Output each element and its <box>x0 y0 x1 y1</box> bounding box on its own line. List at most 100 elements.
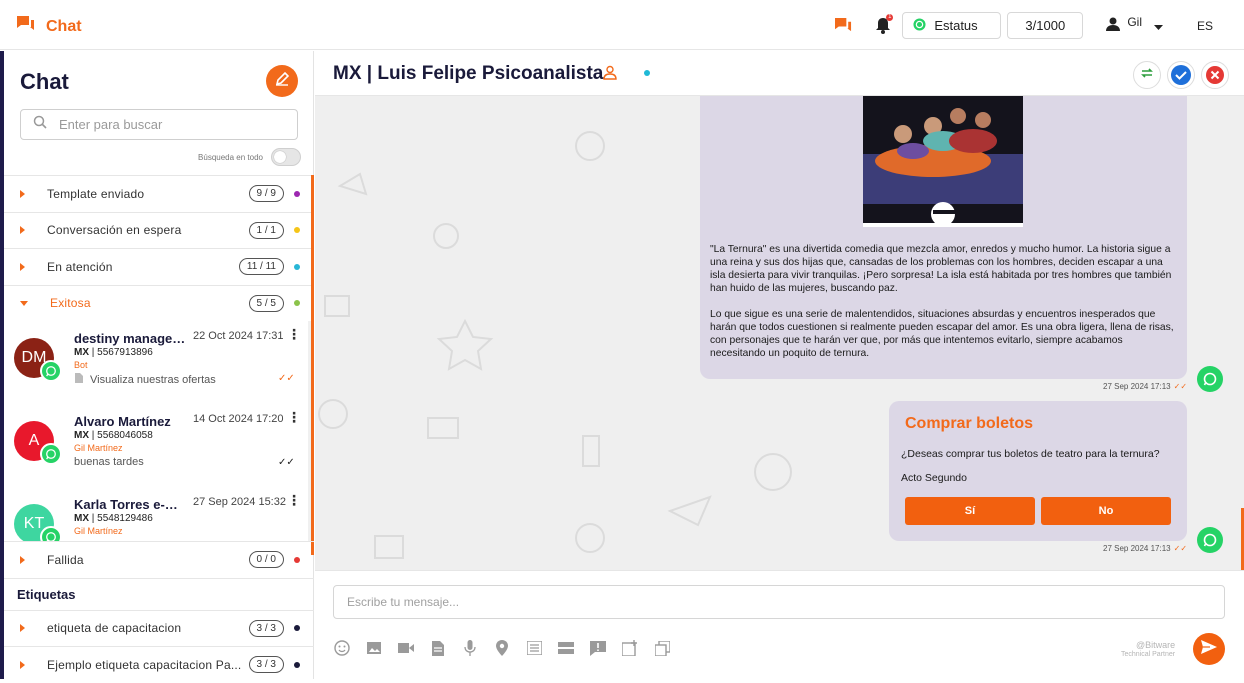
resolve-button[interactable] <box>1167 61 1195 89</box>
emoji-icon[interactable] <box>333 639 351 657</box>
category-dot <box>294 556 300 563</box>
search-all-toggle[interactable] <box>271 148 301 166</box>
notification-badge: 1 <box>886 13 894 21</box>
caret-right-icon <box>20 226 25 235</box>
no-button[interactable]: No <box>1041 497 1171 525</box>
tag-dot <box>294 661 300 668</box>
brand-title: Chat <box>46 17 82 35</box>
contact-phone: MX | 5548129486 <box>74 513 153 524</box>
whatsapp-icon <box>40 526 62 541</box>
copy-icon[interactable] <box>653 639 671 657</box>
caret-right-icon <box>20 660 25 669</box>
category-en-atencion[interactable]: En atención 11 / 11 <box>4 248 314 285</box>
read-ticks-icon: ✓✓ <box>278 373 295 384</box>
user-menu[interactable]: Gil <box>1105 14 1163 35</box>
tag-count: 3 / 3 <box>248 656 284 674</box>
partner-name: @Bitware <box>1135 640 1176 650</box>
more-options-icon[interactable]: ⋮ <box>287 492 301 509</box>
quick-reply-icon[interactable] <box>589 639 607 657</box>
conversation-scrollbar[interactable] <box>308 321 311 541</box>
online-status-dot <box>644 70 650 76</box>
user-icon <box>1105 16 1121 35</box>
send-button[interactable] <box>1193 633 1225 665</box>
message-bubble: "La Ternura" es una divertida comedia qu… <box>700 96 1187 379</box>
location-icon[interactable] <box>493 639 511 657</box>
category-conversacion-en-espera[interactable]: Conversación en espera 1 / 1 <box>4 211 314 249</box>
category-count: 9 / 9 <box>248 185 284 203</box>
transfer-icon <box>1140 66 1154 85</box>
partner-subtitle: Technical Partner <box>1121 651 1176 658</box>
close-chat-button[interactable] <box>1201 61 1229 89</box>
counter-value: 3/1000 <box>1025 18 1066 33</box>
list-icon[interactable] <box>525 639 543 657</box>
yes-button[interactable]: Sí <box>905 497 1035 525</box>
tag-ejemplo-etiqueta[interactable]: Ejemplo etiqueta capacitacion Pa... 3 / … <box>4 646 314 683</box>
category-dot <box>294 263 300 270</box>
message-signature: Acto Segundo <box>901 472 967 484</box>
bell-icon[interactable]: 1 <box>872 13 894 37</box>
interactive-message-bubble: Comprar boletos ¿Deseas comprar tus bole… <box>889 401 1187 541</box>
whatsapp-icon <box>40 443 62 465</box>
contact-name: Karla Torres e-Bi... <box>74 497 186 512</box>
brand[interactable]: Chat <box>16 15 82 38</box>
more-options-icon[interactable]: ⋮ <box>287 326 301 343</box>
search-box[interactable] <box>20 109 298 140</box>
contact-profile-icon[interactable] <box>603 65 617 85</box>
microphone-icon[interactable] <box>461 639 479 657</box>
conversation-item[interactable]: DM destiny manager... 22 Oct 2024 17:31 … <box>4 321 310 404</box>
conversation-item[interactable]: KT Karla Torres e-Bi... 27 Sep 2024 15:3… <box>4 487 310 541</box>
whatsapp-icon <box>913 17 926 34</box>
category-count: 1 / 1 <box>248 221 284 239</box>
top-bar: Chat 1 Estatus 3/1000 Gil ES <box>0 0 1244 50</box>
new-chat-button[interactable] <box>266 65 298 97</box>
document-icon[interactable] <box>429 639 447 657</box>
caret-right-icon <box>20 624 25 633</box>
message-input[interactable] <box>333 585 1225 619</box>
category-exitosa[interactable]: Exitosa 5 / 5 <box>4 284 314 322</box>
tag-etiqueta-de-capacitacion[interactable]: etiqueta de capacitacion 3 / 3 <box>4 609 314 647</box>
message-timestamp: 27 Sep 2024 17:13 ✓✓ <box>1103 382 1188 391</box>
category-count: 0 / 0 <box>248 551 284 569</box>
conversation-date: 27 Sep 2024 15:32 <box>193 496 286 508</box>
more-options-icon[interactable]: ⋮ <box>287 409 301 426</box>
event-poster-image[interactable] <box>863 96 1023 227</box>
contact-name: Alvaro Martínez <box>74 414 171 429</box>
transfer-button[interactable] <box>1133 61 1161 89</box>
composer-toolbar <box>333 639 671 657</box>
check-circle-icon <box>1171 65 1191 85</box>
send-icon <box>1201 639 1217 659</box>
status-button[interactable]: Estatus <box>902 12 1002 39</box>
category-fallida[interactable]: Fallida 0 / 0 <box>4 541 314 578</box>
whatsapp-icon <box>1197 366 1223 392</box>
status-label: Estatus <box>934 18 978 33</box>
conversation-item[interactable]: A Alvaro Martínez 14 Oct 2024 17:20 ⋮ MX… <box>4 404 310 487</box>
language-selector[interactable]: ES <box>1197 19 1213 33</box>
read-ticks-icon: ✓✓ <box>278 457 295 468</box>
chat-header: MX | Luis Felipe Psicoanalista <box>315 51 1244 96</box>
contact-name: destiny manager... <box>74 331 186 346</box>
last-message-preview: buenas tardes <box>74 456 144 468</box>
chat-notifications-icon[interactable] <box>832 15 854 37</box>
chat-bubbles-icon <box>16 15 36 38</box>
image-icon[interactable] <box>365 639 383 657</box>
search-input[interactable] <box>59 117 279 132</box>
agent-name: Bot <box>74 360 88 370</box>
close-circle-icon <box>1206 66 1224 84</box>
partner-logo: @Bitware Technical Partner <box>1121 641 1175 659</box>
caret-right-icon <box>20 555 25 564</box>
video-icon[interactable] <box>397 639 415 657</box>
user-name: Gil <box>1127 14 1142 29</box>
message-area: "La Ternura" es una divertida comedia qu… <box>315 96 1244 570</box>
add-template-icon[interactable] <box>621 639 639 657</box>
message-timestamp: 27 Sep 2024 17:13 ✓✓ <box>1103 544 1188 553</box>
active-category-rail <box>311 175 314 555</box>
whatsapp-icon <box>40 360 62 382</box>
message-text: "La Ternura" es una divertida comedia qu… <box>710 244 1174 359</box>
search-all-row: Búsqueda en todo <box>198 148 301 166</box>
read-ticks-icon: ✓✓ <box>1173 382 1188 391</box>
whatsapp-icon <box>1197 527 1223 553</box>
category-list: Template enviado 9 / 9 Conversación en e… <box>4 175 314 321</box>
message-question: ¿Deseas comprar tus boletos de teatro pa… <box>901 448 1160 460</box>
buttons-icon[interactable] <box>557 639 575 657</box>
category-template-enviado[interactable]: Template enviado 9 / 9 <box>4 175 314 212</box>
